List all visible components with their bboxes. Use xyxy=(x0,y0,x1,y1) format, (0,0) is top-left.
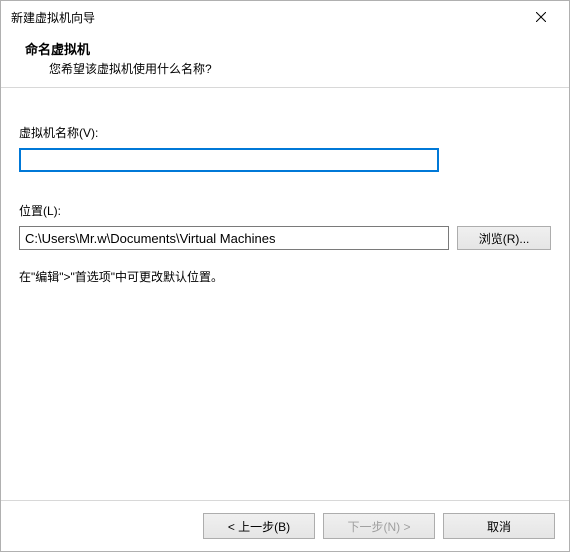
close-button[interactable] xyxy=(521,3,561,31)
page-title: 命名虚拟机 xyxy=(25,39,555,58)
wizard-header: 命名虚拟机 您希望该虚拟机使用什么名称? xyxy=(1,33,569,88)
vm-name-label: 虚拟机名称(V): xyxy=(19,124,551,141)
wizard-window: 新建虚拟机向导 命名虚拟机 您希望该虚拟机使用什么名称? 虚拟机名称(V): 位… xyxy=(0,0,570,552)
wizard-footer: < 上一步(B) 下一步(N) > 取消 xyxy=(1,500,569,551)
back-button[interactable]: < 上一步(B) xyxy=(203,513,315,539)
vm-name-input[interactable] xyxy=(19,148,439,172)
cancel-button[interactable]: 取消 xyxy=(443,513,555,539)
next-button[interactable]: 下一步(N) > xyxy=(323,513,435,539)
browse-button[interactable]: 浏览(R)... xyxy=(457,226,551,250)
wizard-body: 虚拟机名称(V): 位置(L): 浏览(R)... 在"编辑">"首选项"中可更… xyxy=(1,88,569,500)
location-label: 位置(L): xyxy=(19,202,551,219)
window-title: 新建虚拟机向导 xyxy=(11,9,521,26)
close-icon xyxy=(536,12,546,22)
titlebar: 新建虚拟机向导 xyxy=(1,1,569,33)
page-description: 您希望该虚拟机使用什么名称? xyxy=(25,60,555,77)
location-row: 浏览(R)... xyxy=(19,226,551,250)
location-hint: 在"编辑">"首选项"中可更改默认位置。 xyxy=(19,268,551,285)
location-input[interactable] xyxy=(19,226,449,250)
